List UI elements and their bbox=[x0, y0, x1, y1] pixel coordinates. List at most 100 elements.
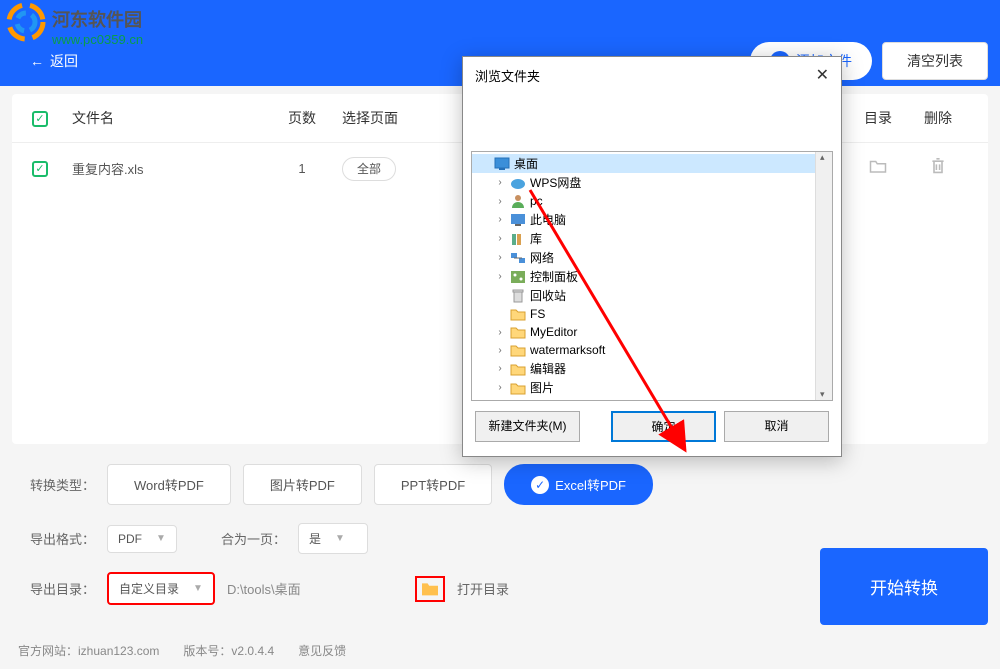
cancel-button[interactable]: 取消 bbox=[724, 411, 829, 442]
browse-folder-dialog: 浏览文件夹 ✕ 桌面›WPS网盘›pc›此电脑›库›网络›控制面板回收站FS›M… bbox=[462, 56, 842, 457]
outdir-path-input[interactable] bbox=[227, 581, 403, 596]
expand-icon[interactable]: › bbox=[494, 363, 506, 374]
format-dropdown[interactable]: PDF ▼ bbox=[107, 525, 177, 553]
tree-item[interactable]: › pc bbox=[472, 192, 832, 210]
type-ppt-button[interactable]: PPT转PDF bbox=[374, 464, 492, 505]
tree-item-label: pc bbox=[530, 194, 543, 208]
tree-item[interactable]: ›库 bbox=[472, 229, 832, 248]
check-icon: ✓ bbox=[531, 476, 549, 494]
tree-item[interactable]: 回收站 bbox=[472, 286, 832, 305]
net-icon bbox=[510, 250, 526, 266]
folder-icon bbox=[510, 306, 526, 322]
tree-item-label: 图片 bbox=[530, 379, 554, 396]
expand-icon[interactable]: › bbox=[494, 382, 506, 393]
format-value: PDF bbox=[118, 532, 142, 546]
tree-item[interactable]: › 图片 bbox=[472, 378, 832, 397]
expand-icon[interactable]: › bbox=[494, 327, 506, 338]
tree-item[interactable]: FS bbox=[472, 305, 832, 323]
cell-filename: 重复内容.xls bbox=[72, 159, 262, 178]
tree-item-label: 编辑器 bbox=[530, 360, 566, 377]
version-label: 版本号： bbox=[183, 644, 231, 658]
row-checkbox[interactable]: ✓ bbox=[32, 161, 48, 177]
tree-item[interactable]: › 此电脑 bbox=[472, 210, 832, 229]
close-icon[interactable]: ✕ bbox=[816, 65, 829, 85]
tree-item-label: 库 bbox=[530, 230, 542, 247]
type-label: 转换类型： bbox=[30, 475, 95, 494]
folder-icon bbox=[510, 361, 526, 377]
clear-list-button[interactable]: 清空列表 bbox=[882, 42, 988, 80]
browse-folder-button[interactable] bbox=[415, 576, 445, 602]
folder-tree: 桌面›WPS网盘›pc›此电脑›库›网络›控制面板回收站FS›MyEditor›… bbox=[471, 151, 833, 401]
back-label: 返回 bbox=[50, 51, 78, 71]
tree-item[interactable]: ›WPS网盘 bbox=[472, 173, 832, 192]
chevron-down-icon: ▼ bbox=[335, 533, 345, 544]
expand-icon[interactable]: › bbox=[494, 233, 506, 244]
outdir-label: 导出目录： bbox=[30, 579, 95, 598]
tree-item-label: 网络 bbox=[530, 249, 554, 266]
cell-pages: 1 bbox=[262, 161, 342, 176]
tree-item-label: FS bbox=[530, 307, 545, 321]
tree-item[interactable]: › 编辑器 bbox=[472, 359, 832, 378]
type-image-button[interactable]: 图片转PDF bbox=[243, 464, 362, 505]
expand-icon[interactable]: › bbox=[494, 177, 506, 188]
ctrl-icon bbox=[510, 269, 526, 285]
open-dir-link[interactable]: 打开目录 bbox=[457, 579, 509, 598]
tree-item[interactable]: › MyEditor bbox=[472, 323, 832, 341]
folder-icon bbox=[510, 324, 526, 340]
type-excel-label: Excel转PDF bbox=[555, 475, 626, 494]
chevron-down-icon: ▼ bbox=[156, 533, 166, 544]
back-button[interactable]: ← 返回 bbox=[30, 51, 78, 71]
chevron-down-icon: ▼ bbox=[193, 583, 203, 594]
tree-item-label: MyEditor bbox=[530, 325, 577, 339]
delete-icon[interactable] bbox=[930, 159, 946, 179]
tree-item-label: 此电脑 bbox=[530, 211, 566, 228]
header-filename: 文件名 bbox=[72, 108, 262, 128]
expand-icon[interactable]: › bbox=[494, 196, 506, 207]
header-pages: 页数 bbox=[262, 108, 342, 128]
expand-icon[interactable]: › bbox=[494, 214, 506, 225]
site-link[interactable]: izhuan123.com bbox=[78, 644, 159, 658]
pc-icon bbox=[510, 212, 526, 228]
feedback-link[interactable]: 意见反馈 bbox=[298, 642, 346, 659]
select-all-checkbox[interactable]: ✓ bbox=[32, 111, 48, 127]
new-folder-button[interactable]: 新建文件夹(M) bbox=[475, 411, 580, 442]
outdir-mode-dropdown[interactable]: 自定义目录 ▼ bbox=[107, 572, 215, 605]
type-excel-button[interactable]: ✓ Excel转PDF bbox=[504, 464, 653, 505]
tree-item[interactable]: › 控制面板 bbox=[472, 267, 832, 286]
dialog-title: 浏览文件夹 bbox=[475, 66, 540, 85]
folder-icon bbox=[510, 342, 526, 358]
lib-icon bbox=[510, 231, 526, 247]
convert-button[interactable]: 开始转换 bbox=[820, 548, 988, 625]
header-dir: 目录 bbox=[848, 108, 908, 128]
cloud-icon bbox=[510, 175, 526, 191]
folder-icon bbox=[420, 581, 440, 597]
open-folder-icon[interactable] bbox=[869, 158, 887, 178]
tree-item[interactable]: › 网络 bbox=[472, 248, 832, 267]
folder-icon bbox=[510, 380, 526, 396]
outdir-mode-value: 自定义目录 bbox=[119, 580, 179, 597]
scrollbar[interactable] bbox=[815, 152, 832, 400]
header-select: 选择页面 bbox=[342, 108, 422, 128]
type-word-button[interactable]: Word转PDF bbox=[107, 464, 231, 505]
back-arrow-icon: ← bbox=[30, 53, 44, 69]
watermark-logo-icon bbox=[6, 2, 46, 42]
merge-dropdown[interactable]: 是 ▼ bbox=[298, 523, 368, 554]
footer: 官方网站：izhuan123.com 版本号：v2.0.4.4 意见反馈 bbox=[0, 632, 1000, 669]
watermark-url: www.pc0359.cn bbox=[52, 32, 143, 47]
watermark: 河东软件园 www.pc0359.cn bbox=[10, 6, 143, 47]
desktop-icon bbox=[494, 156, 510, 172]
tree-item-label: 控制面板 bbox=[530, 268, 578, 285]
expand-icon[interactable]: › bbox=[494, 271, 506, 282]
select-pages-button[interactable]: 全部 bbox=[342, 157, 396, 181]
tree-item[interactable]: 桌面 bbox=[472, 154, 832, 173]
tree-item[interactable]: ›watermarksoft bbox=[472, 341, 832, 359]
site-label: 官方网站： bbox=[18, 644, 78, 658]
version-value: v2.0.4.4 bbox=[231, 644, 274, 658]
tree-item-label: 桌面 bbox=[514, 155, 538, 172]
ok-button[interactable]: 确定 bbox=[611, 411, 716, 442]
merge-label: 合为一页： bbox=[221, 529, 286, 548]
expand-icon[interactable]: › bbox=[494, 345, 506, 356]
header-delete: 删除 bbox=[908, 108, 968, 128]
expand-icon[interactable]: › bbox=[494, 252, 506, 263]
format-label: 导出格式： bbox=[30, 529, 95, 548]
